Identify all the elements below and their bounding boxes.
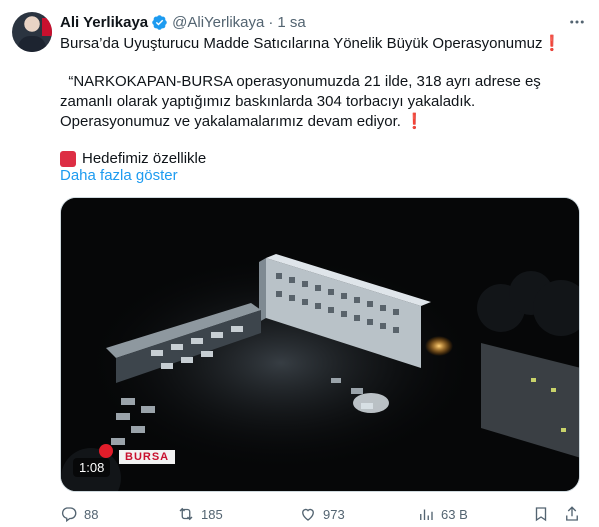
avatar-suit — [18, 36, 46, 52]
tweet-text-target: Hedefimiz özellikle — [60, 149, 585, 169]
verified-badge-icon[interactable] — [151, 14, 168, 31]
headline-text: Bursa’da Uyuşturucu Madde Satıcılarına Y… — [60, 35, 543, 52]
exclamation-icon: ❗ — [542, 35, 562, 52]
separator-dot: · — [268, 13, 274, 31]
like-count: 973 — [323, 506, 345, 522]
share-icon — [566, 506, 578, 521]
tweet-actions: 88 185 973 63 B — [60, 504, 585, 524]
tweet-header: Ali Yerlikaya @AliYerlikaya · 1 sa — [60, 12, 306, 32]
bookmark-icon — [535, 507, 547, 522]
like-button[interactable]: 973 — [299, 504, 345, 524]
video-frame — [61, 198, 579, 491]
heart-icon — [302, 508, 314, 521]
location-banner: BURSA — [119, 450, 176, 464]
tweet-text-quote: “NARKOKAPAN-BURSA operasyonumuzda 21 ild… — [60, 72, 580, 132]
reply-icon — [61, 507, 77, 523]
red-square-icon — [60, 151, 76, 167]
tweet-text-headline: Bursa’da Uyuşturucu Madde Satıcılarına Y… — [60, 34, 585, 54]
video-player[interactable]: BURSA 1:08 — [60, 197, 580, 492]
views-chart-icon — [420, 509, 433, 520]
more-options-icon[interactable] — [567, 12, 587, 32]
share-button[interactable] — [563, 504, 587, 524]
exclamation-icon-2: ❗ — [405, 113, 424, 130]
author-name[interactable]: Ali Yerlikaya — [60, 14, 148, 31]
author-handle[interactable]: @AliYerlikaya — [172, 14, 264, 31]
retweet-icon — [179, 507, 193, 521]
quote-text: “NARKOKAPAN-BURSA operasyonumuzda 21 ild… — [60, 73, 541, 130]
avatar[interactable] — [12, 12, 52, 52]
views-count: 63 B — [441, 506, 468, 522]
tv-channel-logo — [99, 444, 113, 458]
target-text: Hedefimiz özellikle — [82, 150, 207, 167]
retweet-count: 185 — [201, 506, 223, 522]
reply-button[interactable]: 88 — [60, 504, 98, 524]
views-button[interactable]: 63 B — [417, 504, 468, 524]
reply-count: 88 — [84, 506, 99, 522]
show-more-link[interactable]: Daha fazla göster — [60, 167, 178, 184]
bookmark-button[interactable] — [532, 504, 556, 524]
video-duration: 1:08 — [73, 458, 111, 477]
tweet-timestamp[interactable]: 1 sa — [277, 14, 305, 31]
tweet-card[interactable]: Ali Yerlikaya @AliYerlikaya · 1 sa Bursa… — [0, 0, 599, 527]
flag-shape — [42, 18, 52, 36]
retweet-button[interactable]: 185 — [177, 504, 223, 524]
